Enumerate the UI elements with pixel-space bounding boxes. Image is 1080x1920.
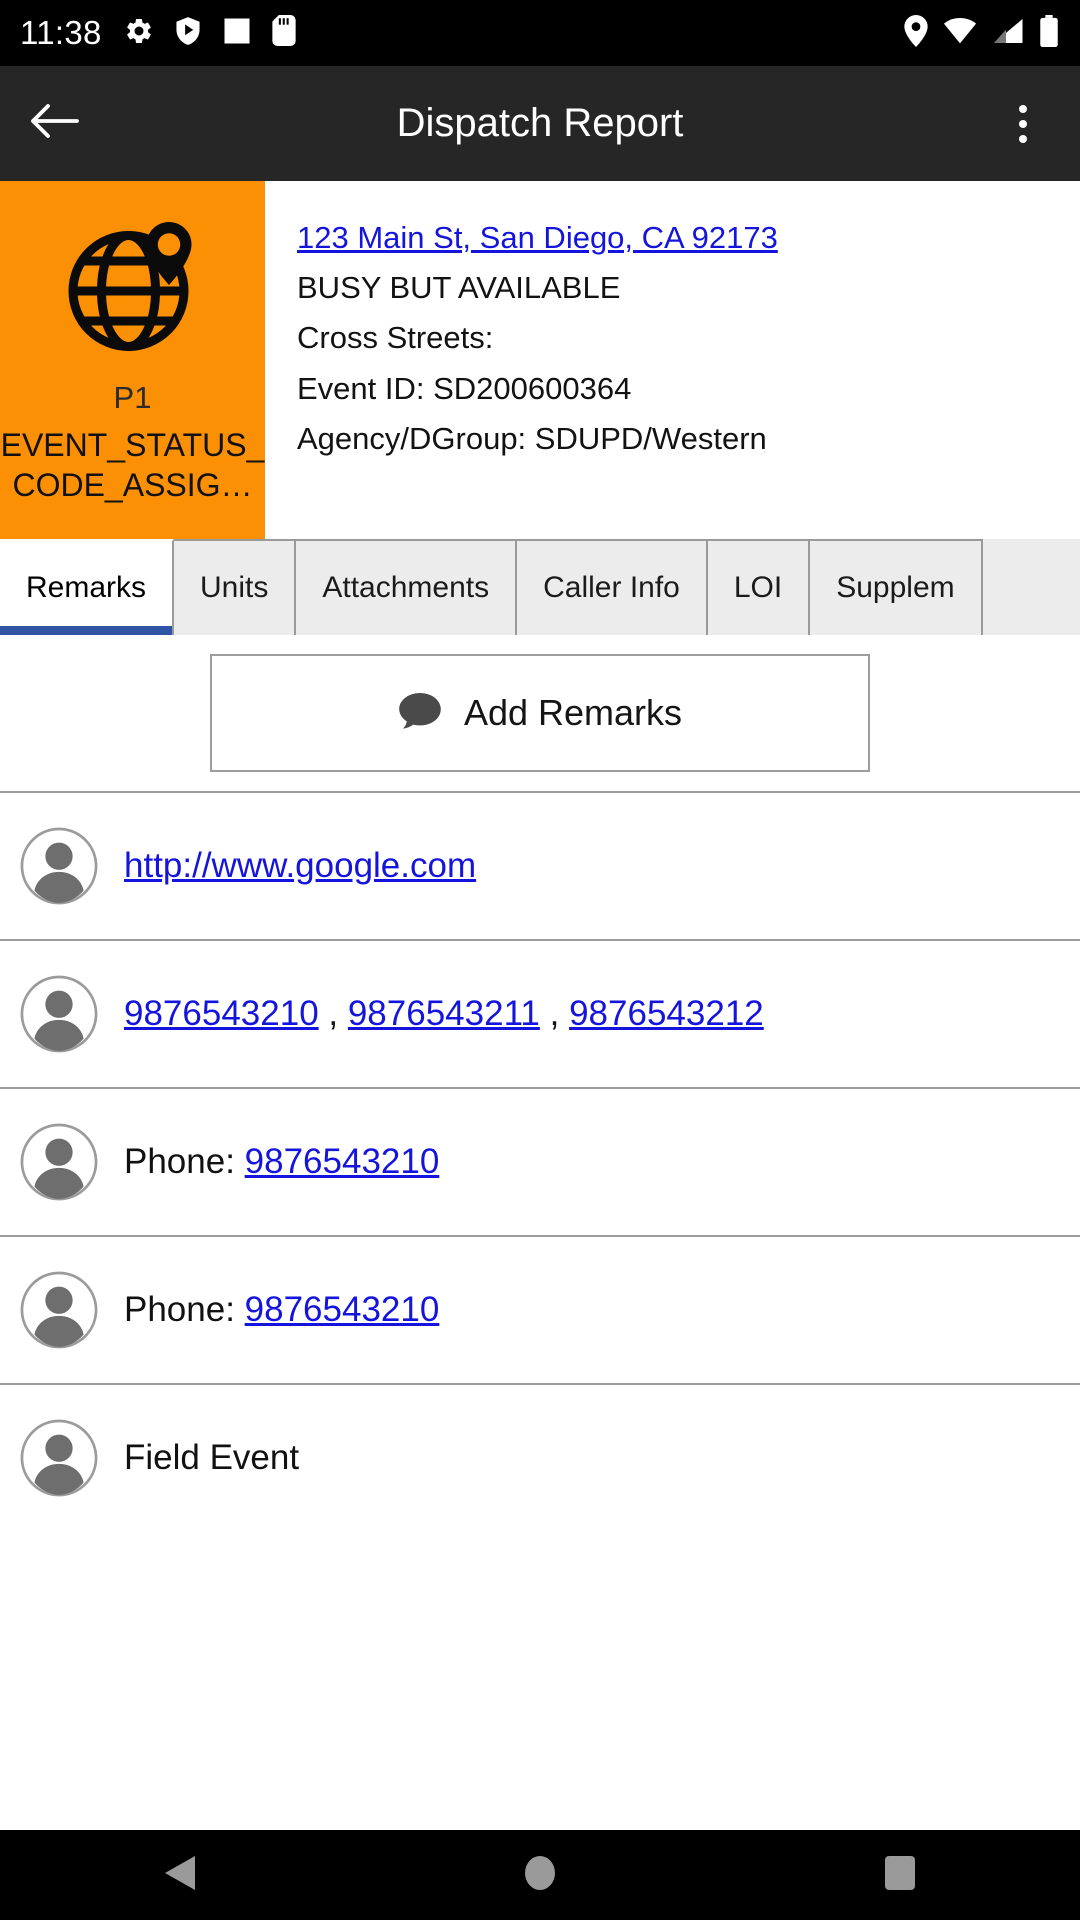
event-cross-streets: Cross Streets: xyxy=(297,320,494,356)
remark-content: 9876543210 , 9876543211 , 9876543212 xyxy=(124,976,764,1052)
battery-icon xyxy=(1038,14,1060,52)
list-item[interactable]: Field Event xyxy=(0,1383,1080,1531)
gear-icon xyxy=(124,16,154,51)
back-button[interactable] xyxy=(0,100,110,147)
remark-link[interactable]: 9876543210 xyxy=(245,1290,440,1329)
tab-remarks[interactable]: Remarks xyxy=(0,539,175,635)
app-bar: Dispatch Report xyxy=(0,66,1080,181)
remark-label: Phone: xyxy=(124,1141,245,1181)
remark-link[interactable]: 9876543210 xyxy=(124,994,319,1033)
event-address-row: 123 Main St, San Diego, CA 92173 xyxy=(297,213,1080,263)
globe-location-icon xyxy=(58,213,208,363)
remark-content: Phone: 9876543210 xyxy=(124,1124,439,1200)
add-remarks-button[interactable]: Add Remarks xyxy=(210,654,870,772)
avatar-icon xyxy=(20,1271,98,1349)
detail-tab-bar[interactable]: Remarks Units Attachments Caller Info LO… xyxy=(0,539,1080,635)
location-icon xyxy=(903,14,929,52)
nav-home-button[interactable] xyxy=(480,1854,600,1897)
remark-link[interactable]: 9876543210 xyxy=(245,1142,440,1181)
system-navigation-bar xyxy=(0,1830,1080,1920)
tab-supplements[interactable]: Supplem xyxy=(810,539,983,635)
event-agency-dgroup: Agency/DGroup: SDUPD/Western xyxy=(297,420,767,456)
event-priority-panel: P1 EVENT_STATUS_CODE_ASSIG… xyxy=(0,181,265,539)
app-screen: 11:38 Dispatch Report P1 EVENT_STATUS_CO… xyxy=(0,0,1080,1920)
event-address-link[interactable]: 123 Main St, San Diego, CA 92173 xyxy=(297,220,778,255)
tab-label: Units xyxy=(200,571,269,604)
tab-label: Supplem xyxy=(836,571,955,604)
tab-loi[interactable]: LOI xyxy=(707,539,811,635)
status-bar: 11:38 xyxy=(0,0,1080,66)
status-bar-notification-icons xyxy=(124,15,903,51)
overflow-dot-icon xyxy=(1019,119,1027,128)
overflow-menu-button[interactable] xyxy=(988,66,1058,181)
remark-link[interactable]: 9876543211 xyxy=(348,994,540,1033)
tab-attachments[interactable]: Attachments xyxy=(296,539,518,635)
list-item[interactable]: 9876543210 , 9876543211 , 9876543212 xyxy=(0,939,1080,1087)
nav-recents-icon xyxy=(883,1854,917,1897)
avatar-icon xyxy=(20,827,98,905)
list-item[interactable]: Phone: 9876543210 xyxy=(0,1087,1080,1235)
remark-link[interactable]: http://www.google.com xyxy=(124,846,476,885)
comment-bubble-icon xyxy=(398,691,442,736)
event-availability: BUSY BUT AVAILABLE xyxy=(297,270,621,306)
nav-home-icon xyxy=(523,1854,557,1897)
tab-label: Remarks xyxy=(26,571,147,604)
event-details-panel: 123 Main St, San Diego, CA 92173 BUSY BU… xyxy=(265,181,1080,539)
remark-label: Phone: xyxy=(124,1289,245,1329)
overflow-dot-icon xyxy=(1019,134,1027,143)
nav-back-icon xyxy=(163,1854,197,1897)
tab-label: LOI xyxy=(733,571,783,604)
wifi-icon xyxy=(943,17,977,50)
tab-units[interactable]: Units xyxy=(174,539,297,635)
overflow-dot-icon xyxy=(1019,104,1027,113)
back-arrow-icon xyxy=(29,100,81,147)
remark-content: http://www.google.com xyxy=(124,828,476,904)
play-protect-icon xyxy=(174,16,202,51)
event-summary-card: P1 EVENT_STATUS_CODE_ASSIG… 123 Main St,… xyxy=(0,181,1080,539)
page-title: Dispatch Report xyxy=(396,101,684,145)
remarks-list: http://www.google.com 9876543210 , 98765… xyxy=(0,791,1080,1830)
remark-separator: , xyxy=(539,993,570,1033)
remark-content: Phone: 9876543210 xyxy=(124,1272,439,1348)
status-bar-clock: 11:38 xyxy=(20,14,102,51)
event-status-code: EVENT_STATUS_CODE_ASSIG… xyxy=(0,427,265,504)
event-priority-label: P1 xyxy=(113,380,152,415)
tab-label: Attachments xyxy=(322,571,490,604)
tab-label: Caller Info xyxy=(543,571,680,604)
avatar-icon xyxy=(20,1123,98,1201)
list-item[interactable]: Phone: 9876543210 xyxy=(0,1235,1080,1383)
cellular-signal-icon xyxy=(991,17,1024,50)
sd-card-icon xyxy=(272,15,296,51)
list-item[interactable]: http://www.google.com xyxy=(0,791,1080,939)
square-icon xyxy=(222,16,252,51)
add-remarks-section: Add Remarks xyxy=(0,635,1080,791)
nav-recents-button[interactable] xyxy=(840,1854,960,1897)
tab-caller-info[interactable]: Caller Info xyxy=(517,539,708,635)
remark-separator: , xyxy=(318,993,348,1033)
remark-content: Field Event xyxy=(124,1437,300,1477)
nav-back-button[interactable] xyxy=(120,1854,240,1897)
event-id: Event ID: SD200600364 xyxy=(297,370,632,406)
status-bar-system-icons xyxy=(903,14,1060,52)
avatar-icon xyxy=(20,975,98,1053)
add-remarks-label: Add Remarks xyxy=(463,692,683,733)
avatar-icon xyxy=(20,1419,98,1497)
remark-link[interactable]: 9876543212 xyxy=(569,994,764,1033)
